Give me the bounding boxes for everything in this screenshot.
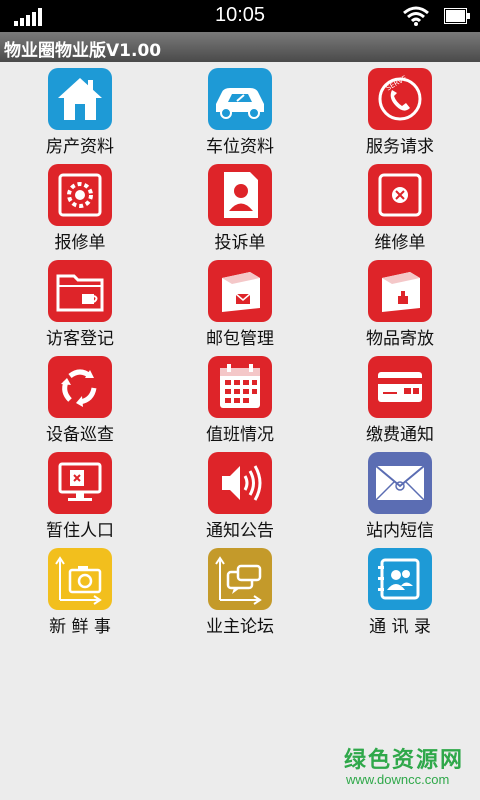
menu-item-internal-messages[interactable]: 站内短信 (320, 446, 480, 542)
card-icon (368, 356, 432, 418)
chat-share-icon (208, 548, 272, 610)
folder-cup-icon (48, 260, 112, 322)
monitor-icon (48, 452, 112, 514)
menu-item-label: 站内短信 (366, 521, 434, 541)
menu-item-repair-report[interactable]: 报修单 (0, 158, 160, 254)
status-bar: 10:05 (0, 0, 480, 32)
menu-item-announcements[interactable]: 通知公告 (160, 446, 320, 542)
menu-item-duty-status[interactable]: 值班情况 (160, 350, 320, 446)
menu-item-label: 业主论坛 (206, 617, 274, 637)
house-icon (48, 68, 112, 130)
menu-item-label: 投诉单 (214, 233, 266, 253)
safe-box-icon (368, 164, 432, 226)
menu-item-label: 访客登记 (46, 329, 114, 349)
menu-item-news[interactable]: 新 鲜 事 (0, 542, 160, 638)
menu-item-maintenance[interactable]: 维修单 (320, 158, 480, 254)
menu-item-label: 维修单 (374, 233, 426, 253)
menu-item-label: 服务请求 (366, 137, 434, 157)
menu-item-parcel-management[interactable]: 邮包管理 (160, 254, 320, 350)
menu-item-owner-forum[interactable]: 业主论坛 (160, 542, 320, 638)
menu-item-label: 报修单 (54, 233, 106, 253)
speaker-icon (208, 452, 272, 514)
menu-item-service-request[interactable]: SERVE 服务请求 (320, 62, 480, 158)
package-mail-icon (208, 260, 272, 322)
menu-item-payment-notice[interactable]: 缴费通知 (320, 350, 480, 446)
menu-item-label: 通知公告 (206, 521, 274, 541)
menu-item-parking-info[interactable]: 车位资料 (160, 62, 320, 158)
phone-serve-icon: SERVE (368, 68, 432, 130)
watermark-url: www.downcc.com (346, 772, 450, 787)
svg-text:SERVE: SERVE (385, 74, 409, 92)
calendar-icon (208, 356, 272, 418)
menu-item-label: 暂住人口 (46, 521, 114, 541)
watermark: 绿色资源网 www.downcc.com (330, 742, 480, 796)
menu-item-temporary-residents[interactable]: 暂住人口 (0, 446, 160, 542)
menu-item-label: 邮包管理 (206, 329, 274, 349)
storage-box-icon (368, 260, 432, 322)
complaint-person-icon (208, 164, 272, 226)
menu-item-visitor-registration[interactable]: 访客登记 (0, 254, 160, 350)
envelope-icon (368, 452, 432, 514)
car-icon (208, 68, 272, 130)
menu-item-complaint[interactable]: 投诉单 (160, 158, 320, 254)
menu-item-label: 车位资料 (206, 137, 274, 157)
menu-item-label: 新 鲜 事 (49, 617, 111, 637)
menu-item-label: 值班情况 (206, 425, 274, 445)
wifi-icon (403, 6, 429, 26)
menu-item-label: 设备巡查 (46, 425, 114, 445)
contacts-icon (368, 548, 432, 610)
menu-item-item-storage[interactable]: 物品寄放 (320, 254, 480, 350)
camera-share-icon (48, 548, 112, 610)
battery-icon (444, 8, 470, 24)
watermark-main: 绿色资源网 (344, 748, 465, 773)
menu-item-label: 物品寄放 (366, 329, 434, 349)
gear-repair-icon (48, 164, 112, 226)
menu-item-contacts[interactable]: 通 讯 录 (320, 542, 480, 638)
menu-item-equipment-inspection[interactable]: 设备巡查 (0, 350, 160, 446)
title-bar: 物业圈物业版V1.00 (0, 32, 480, 62)
menu-item-property-info[interactable]: 房产资料 (0, 62, 160, 158)
menu-item-label: 通 讯 录 (369, 617, 431, 637)
menu-item-label: 房产资料 (46, 137, 114, 157)
app-title: 物业圈物业版V1.00 (4, 41, 162, 61)
recycle-arrows-icon (48, 356, 112, 418)
menu-item-label: 缴费通知 (366, 425, 434, 445)
